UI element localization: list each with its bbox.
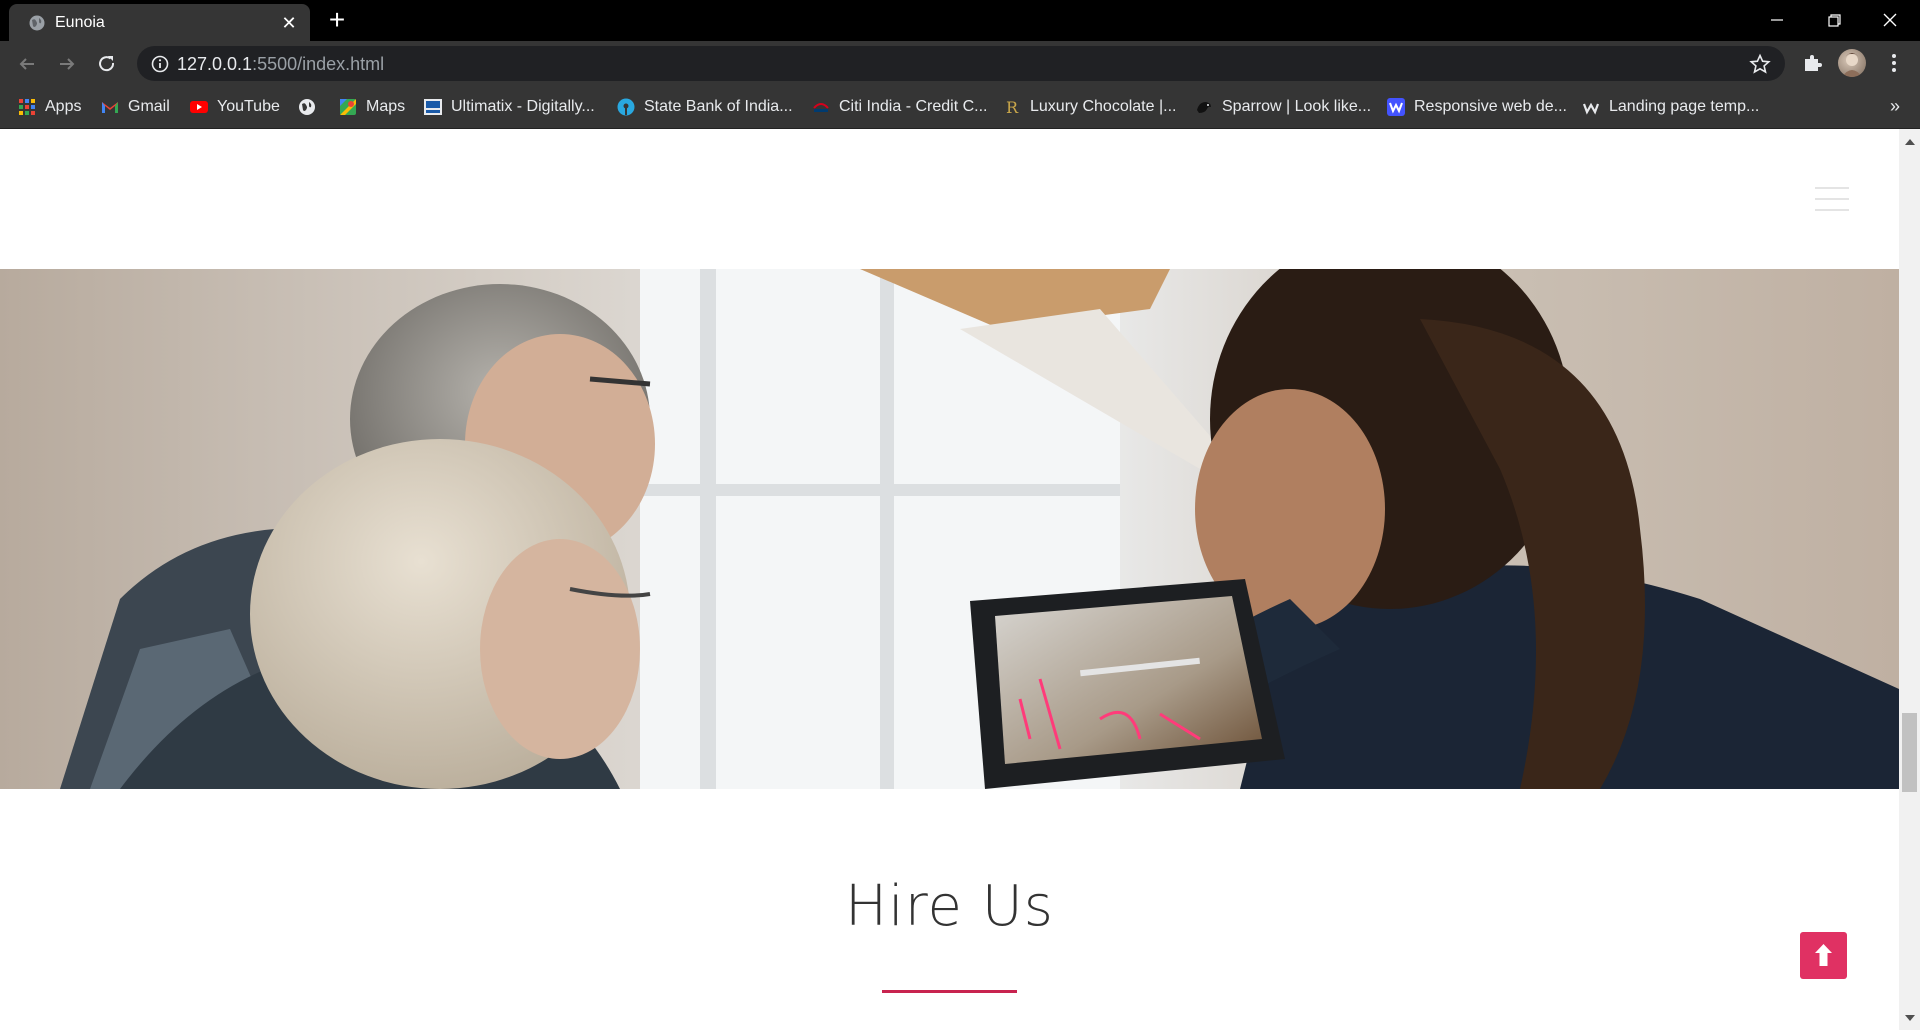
- window-close-icon[interactable]: [1877, 7, 1903, 33]
- w-icon: [1387, 98, 1405, 116]
- gmail-icon: [102, 102, 118, 113]
- bookmark-sparrow[interactable]: Sparrow | Look like...: [1195, 94, 1371, 120]
- bookmark-landing-page[interactable]: Landing page temp...: [1582, 94, 1759, 120]
- bookmark-ultimatix[interactable]: Ultimatix - Digitally...: [424, 94, 595, 120]
- restore-icon[interactable]: [1821, 7, 1847, 33]
- site-info-icon[interactable]: [151, 55, 169, 73]
- globe-icon: [299, 99, 315, 115]
- bookmarks-more-icon[interactable]: »: [1890, 96, 1900, 117]
- people-with-tablet-image: [0, 269, 1899, 789]
- profile-avatar[interactable]: [1838, 49, 1866, 77]
- arrow-up-icon: [1815, 944, 1832, 966]
- section-title: Hire Us: [845, 874, 1054, 939]
- new-tab-button[interactable]: +: [325, 6, 349, 34]
- scrollbar-thumb[interactable]: [1902, 713, 1917, 792]
- bookmark-luxury-chocolate[interactable]: R Luxury Chocolate |...: [1003, 94, 1176, 120]
- bookmark-responsive-web[interactable]: Responsive web de...: [1387, 94, 1567, 120]
- address-url: 127.0.0.1:5500/index.html: [177, 54, 384, 75]
- bookmark-label: State Bank of India...: [644, 98, 793, 115]
- bookmark-maps[interactable]: Maps: [339, 94, 405, 120]
- globe-icon: [29, 15, 45, 31]
- apps-grid-icon: [19, 99, 35, 115]
- address-host: 127.0.0.1: [177, 54, 253, 74]
- bookmark-gmail[interactable]: Gmail: [101, 94, 170, 120]
- youtube-icon: [190, 101, 208, 113]
- hero-image: [0, 269, 1899, 789]
- bookmark-label: YouTube: [217, 98, 280, 115]
- page-scrollbar[interactable]: [1899, 129, 1920, 1030]
- bookmark-label: Sparrow | Look like...: [1222, 98, 1372, 115]
- bookmark-star-icon[interactable]: [1749, 53, 1771, 75]
- bookmark-sbi[interactable]: State Bank of India...: [617, 94, 793, 120]
- bookmark-citi[interactable]: Citi India - Credit C...: [812, 94, 987, 120]
- hamburger-menu-icon[interactable]: [1815, 187, 1849, 211]
- bookmarks-bar: Apps Gmail YouTube Maps Ultimatix - Digi…: [0, 86, 1920, 129]
- scroll-to-top-button[interactable]: [1800, 932, 1847, 979]
- reload-icon[interactable]: [94, 51, 120, 77]
- tab-close-icon[interactable]: ✕: [279, 13, 299, 33]
- page-viewport: Hire Us: [0, 129, 1920, 1030]
- browser-titlebar: Eunoia ✕ +: [0, 0, 1920, 41]
- bookmark-youtube[interactable]: YouTube: [190, 94, 280, 120]
- site-header: [0, 129, 1899, 269]
- bookmark-globe[interactable]: [298, 94, 325, 120]
- bookmark-label: Responsive web de...: [1414, 98, 1567, 115]
- svg-text:R: R: [1006, 98, 1019, 116]
- sparrow-icon: [1197, 102, 1211, 113]
- maps-icon: [340, 99, 356, 115]
- browser-menu-icon[interactable]: [1882, 51, 1906, 75]
- address-bar[interactable]: 127.0.0.1:5500/index.html: [137, 46, 1785, 81]
- extensions-puzzle-icon[interactable]: [1801, 51, 1825, 75]
- tab-title: Eunoia: [55, 14, 105, 31]
- bookmark-apps[interactable]: Apps: [18, 94, 81, 120]
- minimize-icon[interactable]: [1764, 7, 1790, 33]
- address-path: :5500/index.html: [252, 54, 385, 74]
- bookmark-label: Gmail: [128, 98, 170, 115]
- bookmark-label: Landing page temp...: [1609, 98, 1760, 115]
- bookmark-label: Apps: [45, 98, 82, 115]
- browser-tab[interactable]: Eunoia ✕: [9, 4, 310, 41]
- back-arrow-icon[interactable]: [14, 51, 40, 77]
- browser-toolbar: 127.0.0.1:5500/index.html: [0, 41, 1920, 86]
- bookmark-label: Luxury Chocolate |...: [1030, 98, 1177, 115]
- r-letter-icon: R: [1006, 98, 1019, 116]
- forward-arrow-icon[interactable]: [54, 51, 80, 77]
- scroll-down-arrow-icon[interactable]: [1905, 1015, 1915, 1021]
- bookmark-label: Maps: [366, 98, 406, 115]
- w-small-icon: [1582, 102, 1600, 115]
- profile-avatar-image: [1842, 53, 1862, 77]
- scroll-up-arrow-icon[interactable]: [1905, 139, 1915, 145]
- bookmark-label: Citi India - Credit C...: [839, 98, 988, 115]
- citi-icon: [813, 103, 829, 112]
- sbi-icon: [617, 98, 635, 116]
- tata-icon: [424, 99, 442, 115]
- bookmark-label: Ultimatix - Digitally...: [451, 98, 595, 115]
- title-underline: [882, 990, 1017, 993]
